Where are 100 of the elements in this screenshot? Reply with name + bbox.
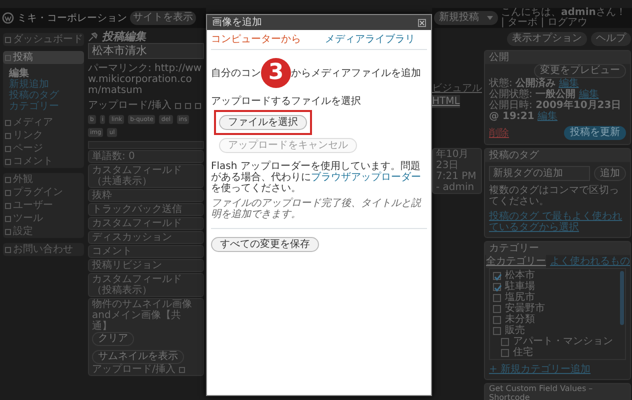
- sidebar-item[interactable]: ツール: [3, 212, 84, 225]
- sidebar-item[interactable]: お問い合わせ: [3, 243, 84, 256]
- square-icon: [5, 202, 11, 208]
- dialog-heading: 自分のコン: [211, 68, 261, 78]
- category-label: 塩尻市: [505, 292, 535, 303]
- help-button[interactable]: ヘルプ: [591, 32, 631, 46]
- editor-area[interactable]: [88, 141, 204, 150]
- category-label: 安曇野市: [505, 303, 545, 314]
- dialog-title: 画像を追加: [212, 17, 262, 28]
- panel-title: 公開: [485, 51, 630, 64]
- panel-title: Get Custom Field Values – Shortcode: [484, 383, 631, 400]
- category-label: 販売: [505, 325, 525, 336]
- sidebar-item[interactable]: コメント: [3, 155, 84, 168]
- dialog-tab[interactable]: コンピューターから: [211, 34, 301, 45]
- delete-link[interactable]: 削除: [489, 128, 509, 138]
- pin-icon: [88, 32, 98, 42]
- postbox-header[interactable]: トラックバック送信: [88, 203, 204, 216]
- postbox-header[interactable]: コメント: [88, 245, 204, 258]
- category-tab[interactable]: よく使われるもの: [550, 255, 630, 268]
- update-button[interactable]: 投稿を更新: [564, 126, 626, 140]
- sidebar-item[interactable]: リンク: [3, 129, 84, 142]
- checkbox[interactable]: [493, 304, 501, 312]
- screen-options-button[interactable]: 表示オプション: [507, 32, 587, 46]
- square-icon: [5, 132, 11, 138]
- submenu-item[interactable]: 新規追加: [3, 79, 84, 90]
- sidebar-item[interactable]: メディア: [3, 116, 84, 129]
- add-tag-button[interactable]: 追加: [594, 166, 626, 181]
- checkbox[interactable]: [493, 326, 501, 334]
- sidebar-item[interactable]: 外観: [3, 173, 84, 186]
- checkbox[interactable]: [501, 348, 509, 356]
- view-site-button[interactable]: サイトを表示: [130, 11, 196, 25]
- postbox-header[interactable]: ディスカッション: [88, 231, 204, 244]
- postbox-header[interactable]: 抜粋: [88, 189, 204, 202]
- close-icon[interactable]: [418, 18, 426, 26]
- sidebar-item[interactable]: ダッシュボード: [3, 33, 84, 46]
- sidebar-item[interactable]: ページ: [3, 142, 84, 155]
- sidebar-item[interactable]: プラグイン: [3, 186, 84, 199]
- category-tab[interactable]: 全カテゴリー: [486, 255, 546, 268]
- square-icon: [5, 228, 11, 234]
- status-text: 公開日時: 2009年10月23日 @ 19:21 編集: [489, 100, 622, 122]
- square-icon: [5, 146, 11, 152]
- panel-title: カテゴリー: [485, 242, 630, 255]
- dialog-tab[interactable]: メディアライブラリ: [325, 34, 415, 45]
- square-icon: [5, 246, 11, 252]
- submenu-item[interactable]: 投稿のタグ: [3, 90, 84, 101]
- category-label: 未分類: [505, 314, 535, 325]
- submenu-item[interactable]: カテゴリー: [3, 101, 84, 112]
- choose-file-button[interactable]: ファイルを選択: [219, 115, 307, 130]
- edit-link[interactable]: 編集: [558, 78, 579, 89]
- site-title[interactable]: ミキ・コーポレーション: [17, 12, 127, 24]
- hint-text: ファイルのアップロード完了後、タイトルと説明を追加できます。: [211, 198, 427, 229]
- checkbox[interactable]: [493, 282, 501, 290]
- popular-tags-link[interactable]: 投稿のタグ で最もよく使われているタグから選択: [489, 211, 626, 233]
- checkbox[interactable]: [493, 316, 501, 324]
- save-all-button[interactable]: すべての変更を保存: [211, 237, 319, 252]
- submenu-item[interactable]: 編集: [3, 68, 84, 79]
- action-button[interactable]: サムネイルを表示: [92, 350, 184, 364]
- editor-tab[interactable]: HTML: [432, 95, 460, 108]
- last-edited-text: 年10月23日 7:21 PM - admin: [432, 148, 482, 194]
- category-label: 松本市: [505, 270, 535, 281]
- hint-text: 複数のタグはコンマで区切ってください。: [489, 185, 620, 207]
- preview-button[interactable]: 変更をプレビュー: [534, 64, 626, 78]
- category-label: アパート・マンション: [513, 336, 613, 347]
- scrollbar[interactable]: [620, 271, 624, 325]
- greeting-text: こんにちは、adminさん！ | ターボ | ログアウ: [501, 8, 627, 28]
- edit-link[interactable]: 編集: [538, 111, 558, 122]
- upload-label: アップロードするファイルを選択: [211, 96, 361, 107]
- postbox-header[interactable]: カスタムフィールド: [88, 217, 204, 230]
- status-text: 状態: 公開済み 編集: [489, 78, 580, 89]
- checkbox[interactable]: [493, 294, 501, 302]
- notice-text: Flash アップローダーを使用しています。問題がある場合、代わりにブラウザアップローダー を使ってください。: [211, 161, 422, 194]
- sidebar-item[interactable]: ユーザー: [3, 199, 84, 212]
- editor-tab[interactable]: ビジュアル: [432, 82, 482, 95]
- checkbox[interactable]: [493, 272, 501, 280]
- action-button[interactable]: クリア: [92, 332, 134, 346]
- postbox-header[interactable]: カスタムフィールド（投稿表示）: [88, 273, 204, 298]
- edit-link[interactable]: 編集: [578, 89, 599, 100]
- logo-icon: [2, 12, 14, 24]
- square-icon: [5, 176, 11, 182]
- new-post-dropdown[interactable]: 新規投稿: [434, 11, 498, 25]
- dialog-heading: からメディアファイルを追加: [291, 68, 421, 78]
- postbox-header[interactable]: カスタムフィールド（共通表示）: [88, 164, 204, 188]
- add-category-link[interactable]: + 新規カテゴリー追加: [489, 364, 626, 375]
- media-icon[interactable]: [179, 366, 186, 373]
- square-icon: [5, 36, 11, 42]
- page-title: 投稿編集: [102, 31, 146, 44]
- permalink-text: パーマリンク: http://www.mikicorporation.com/matsum: [88, 63, 203, 96]
- tick-icon: [494, 284, 502, 292]
- title-field[interactable]: 松本市清水: [88, 43, 204, 60]
- postbox-header[interactable]: 投稿リビジョン: [88, 259, 204, 272]
- tag-input-field[interactable]: 新規タグの追加: [489, 166, 590, 181]
- panel-title: 物件のサムネイル画像andメイン画像【共通】: [92, 299, 193, 332]
- upload-insert-label: アップロード/挿入: [88, 100, 172, 112]
- square-icon: [5, 190, 11, 196]
- browser-uploader-link[interactable]: ブラウザアップローダー: [311, 172, 421, 183]
- sidebar-item[interactable]: 投稿: [3, 51, 84, 64]
- square-icon: [5, 120, 11, 126]
- checkbox[interactable]: [501, 338, 509, 346]
- word-count: 単語数: 0: [88, 150, 204, 164]
- sidebar-item[interactable]: 設定: [3, 225, 84, 238]
